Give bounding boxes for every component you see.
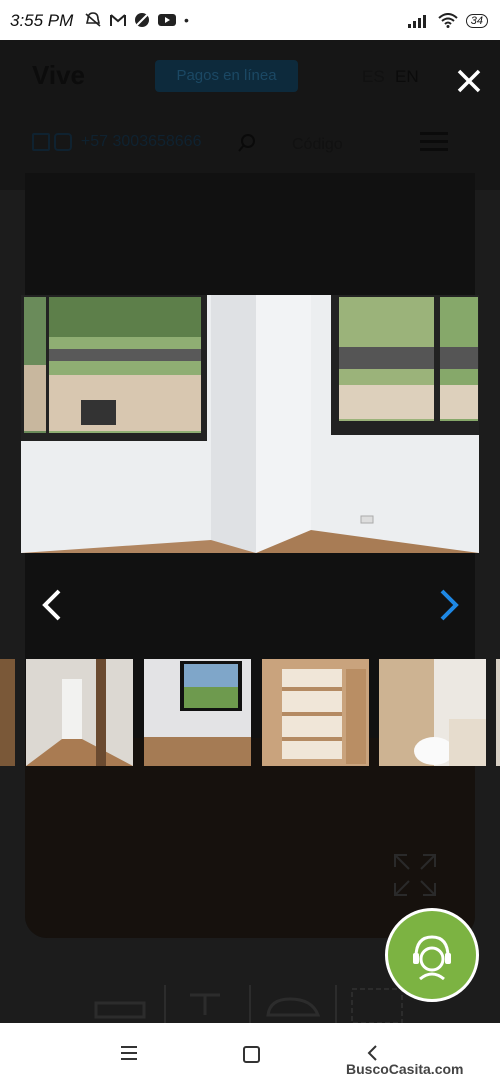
- phone-number[interactable]: +57 3003658666: [81, 133, 202, 150]
- close-lightbox-button[interactable]: [452, 64, 486, 98]
- chevron-right-icon[interactable]: [433, 588, 463, 622]
- instagram-icon[interactable]: [54, 133, 73, 151]
- search-icon[interactable]: [238, 134, 256, 152]
- notification-icons: •: [84, 12, 189, 28]
- contact-row: +57 3003658666: [32, 133, 201, 151]
- previous-image-button[interactable]: [38, 588, 68, 622]
- watermark-text: BuscoCasita.com: [346, 1061, 464, 1077]
- site-logo: Vive: [32, 60, 86, 90]
- youtube-icon: [158, 14, 176, 26]
- wifi-icon: [438, 13, 458, 28]
- background-property-photo: [25, 173, 475, 938]
- next-image-button[interactable]: [433, 588, 463, 622]
- facebook-icon[interactable]: [32, 133, 50, 151]
- battery-icon: 34: [465, 13, 488, 28]
- close-icon[interactable]: [452, 64, 486, 98]
- system-icons: 34: [407, 13, 488, 28]
- thumbnail-4[interactable]: [262, 659, 369, 766]
- language-en[interactable]: EN: [395, 67, 419, 87]
- site-header: Vive Pagos en línea ES EN +57 3003658666…: [0, 40, 500, 190]
- more-dot-icon: •: [184, 12, 189, 28]
- blocked-icon: [135, 13, 149, 27]
- language-es[interactable]: ES: [362, 67, 385, 87]
- muted-bell-icon: [85, 12, 101, 27]
- thumbnail-2[interactable]: [26, 659, 133, 766]
- code-search-input[interactable]: Código: [292, 136, 343, 154]
- main-gallery-image: [21, 295, 479, 553]
- thumbnail-3[interactable]: [144, 659, 251, 766]
- online-payments-button[interactable]: Pagos en línea: [155, 60, 298, 92]
- support-agent-icon[interactable]: [388, 911, 476, 999]
- site-menu-icon[interactable]: [420, 132, 448, 152]
- home-icon[interactable]: [243, 1046, 260, 1063]
- status-time: 3:55 PM: [10, 11, 74, 30]
- gmail-icon: [110, 14, 126, 26]
- thumbnail-5[interactable]: [379, 659, 486, 766]
- chevron-left-icon[interactable]: [38, 588, 68, 622]
- status-bar: 3:55 PM • 34: [0, 0, 500, 40]
- signal-icon: [407, 14, 426, 28]
- thumbnail-strip: [0, 659, 500, 766]
- recent-apps-icon[interactable]: [121, 1046, 137, 1060]
- thumbnail-1[interactable]: [0, 659, 15, 766]
- chat-support-button[interactable]: [385, 908, 479, 1002]
- back-icon[interactable]: [365, 1044, 379, 1062]
- fullscreen-icon[interactable]: [393, 853, 437, 897]
- thumbnail-6[interactable]: [496, 659, 500, 766]
